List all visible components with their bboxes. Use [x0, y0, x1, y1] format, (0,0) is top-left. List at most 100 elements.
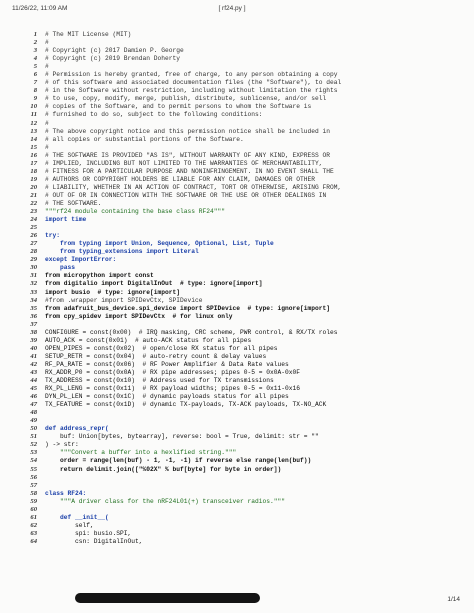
- line-number: 6: [33, 71, 37, 79]
- code-text: # of this software and associated docume…: [45, 79, 342, 87]
- code-line: 46 DYN_PL_LEN = const(0x1C) # dynamic pay…: [10, 393, 462, 401]
- line-number: 10: [30, 103, 37, 111]
- line-number: 9: [33, 95, 37, 103]
- code-text: # furnished to do so, subject to the fol…: [45, 111, 263, 119]
- line-number: 24: [30, 216, 37, 224]
- code-line: 24 import time: [10, 216, 462, 224]
- code-line: 15 #: [10, 144, 462, 152]
- code-line: 19 # AUTHORS OR COPYRIGHT HOLDERS BE LIAB…: [10, 176, 462, 184]
- line-number: 25: [30, 224, 37, 232]
- code-text: from micropython import const: [45, 272, 154, 280]
- code-text: buf: Union[bytes, bytearray], reverse: b…: [45, 433, 319, 441]
- code-line: 51 buf: Union[bytes, bytearray], reverse…: [10, 433, 462, 441]
- code-line: 17 # IMPLIED, INCLUDING BUT NOT LIMITED T…: [10, 160, 462, 168]
- line-number: 34: [30, 296, 37, 304]
- line-number: 44: [30, 377, 37, 385]
- code-line: 22 # THE SOFTWARE.: [10, 200, 462, 208]
- code-text: AUTO_ACK = const(0x01) # auto-ACK status…: [45, 336, 252, 344]
- code-line: 23 """rf24 module containing the base cla…: [10, 208, 462, 216]
- line-number: 22: [30, 199, 37, 207]
- line-number: 51: [30, 433, 37, 441]
- line-number: 20: [30, 183, 37, 191]
- code-line: 36 from cpy_spidev import SPIDevCtx # for…: [10, 313, 462, 321]
- line-number: 42: [30, 360, 37, 368]
- source-code-listing: 1 # The MIT License (MIT) 2 #3 # Copyright (…: [10, 31, 462, 546]
- code-line: 39 AUTO_ACK = const(0x01) # auto-ACK stat…: [10, 337, 462, 345]
- code-line: 27 from typing import Union, Sequence, O…: [10, 240, 462, 248]
- code-line: 16 # THE SOFTWARE IS PROVIDED "AS IS", WI…: [10, 152, 462, 160]
- line-number: 31: [30, 272, 37, 280]
- code-text: # copies of the Software, and to permit …: [45, 103, 312, 111]
- code-line: 8 # in the Software without restriction, …: [10, 87, 462, 95]
- code-text: order = range(len(buf) - 1, -1, -1) if r…: [45, 457, 312, 465]
- line-number: 19: [30, 175, 37, 183]
- code-line: 33 import busio # type: ignore[import]: [10, 289, 462, 297]
- code-text: TX_ADDRESS = const(0x10) # Address used …: [45, 377, 274, 385]
- code-line: 47 TX_FEATURE = const(0x1D) # dynamic TX-…: [10, 401, 462, 409]
- line-number: 14: [30, 135, 37, 143]
- code-text: # IMPLIED, INCLUDING BUT NOT LIMITED TO …: [45, 159, 323, 167]
- code-text: #from .wrapper import SPIDevCtx, SPIDevi…: [45, 296, 203, 304]
- print-header: 11/26/22, 11:09 AM [ rf24.py ]: [12, 5, 452, 17]
- line-number: 18: [30, 167, 37, 175]
- code-text: self,: [45, 521, 94, 529]
- code-text: # AUTHORS OR COPYRIGHT HOLDERS BE LIABLE…: [45, 175, 316, 183]
- code-line: 35 from adafruit_bus_device.spi_device im…: [10, 305, 462, 313]
- code-text: #: [45, 63, 49, 71]
- code-line: 58 class RF24:: [10, 490, 462, 498]
- code-line: 42 RF_PA_RATE = const(0x06) # RF Power Am…: [10, 361, 462, 369]
- line-number: 52: [30, 441, 37, 449]
- line-number: 1: [33, 31, 37, 38]
- line-number: 53: [30, 449, 37, 457]
- line-number: 40: [30, 344, 37, 352]
- code-line: 3 # Copyright (c) 2017 Damien P. George: [10, 47, 462, 55]
- line-number: 8: [33, 87, 37, 95]
- code-text: # LIABILITY, WHETHER IN AN ACTION OF CON…: [45, 183, 342, 191]
- code-text: pass: [45, 264, 76, 272]
- code-line: 49: [10, 417, 462, 425]
- line-number: 63: [30, 529, 37, 537]
- line-number: 48: [30, 409, 37, 417]
- code-text: SETUP_RETR = const(0x04) # auto-retry co…: [45, 352, 267, 360]
- code-line: 40 OPEN_PIPES = const(0x02) # open/close …: [10, 345, 462, 353]
- code-text: csn: DigitalInOut,: [45, 537, 143, 545]
- redaction-bar: [75, 593, 260, 603]
- code-line: 62 self,: [10, 522, 462, 530]
- code-line: 6 # Permission is hereby granted, free of…: [10, 71, 462, 79]
- code-line: 55 return delimit.join(["%02X" % buf[byt…: [10, 466, 462, 474]
- line-number: 32: [30, 280, 37, 288]
- code-text: # in the Software without restriction, i…: [45, 87, 338, 95]
- line-number: 62: [30, 521, 37, 529]
- code-text: # Copyright (c) 2019 Brendan Doherty: [45, 55, 181, 63]
- code-line: 57: [10, 482, 462, 490]
- code-text: # Copyright (c) 2017 Damien P. George: [45, 47, 184, 55]
- code-text: try:: [45, 232, 61, 240]
- line-number: 21: [30, 191, 37, 199]
- file-name: [ rf24.py ]: [218, 5, 246, 12]
- code-text: def __init__(: [45, 513, 109, 521]
- line-number: 47: [30, 401, 37, 409]
- code-text: spi: busio.SPI,: [45, 529, 132, 537]
- code-line: 64 csn: DigitalInOut,: [10, 538, 462, 546]
- line-number: 59: [30, 497, 37, 505]
- code-line: 9 # to use, copy, modify, merge, publish,…: [10, 95, 462, 103]
- line-number: 43: [30, 368, 37, 376]
- line-number: 11: [30, 111, 37, 119]
- line-number: 16: [30, 151, 37, 159]
- code-line: 28 from typing_extensions import Literal: [10, 248, 462, 256]
- code-line: 43 RX_ADDR_P0 = const(0x0A) # RX pipe add…: [10, 369, 462, 377]
- code-text: from cpy_spidev import SPIDevCtx # for l…: [45, 312, 233, 320]
- code-line: 7 # of this software and associated docum…: [10, 79, 462, 87]
- line-number: 15: [30, 143, 37, 151]
- code-text: OPEN_PIPES = const(0x02) # open/close RX…: [45, 344, 278, 352]
- line-number: 41: [30, 352, 37, 360]
- code-text: def address_repr(: [45, 425, 109, 433]
- code-line: 44 TX_ADDRESS = const(0x10) # Address use…: [10, 377, 462, 385]
- line-number: 5: [33, 63, 37, 71]
- line-number: 56: [30, 473, 37, 481]
- line-number: 7: [33, 79, 37, 87]
- code-text: from typing_extensions import Literal: [45, 248, 199, 256]
- code-line: 13 # The above copyright notice and this …: [10, 128, 462, 136]
- code-text: # Permission is hereby granted, free of …: [45, 71, 338, 79]
